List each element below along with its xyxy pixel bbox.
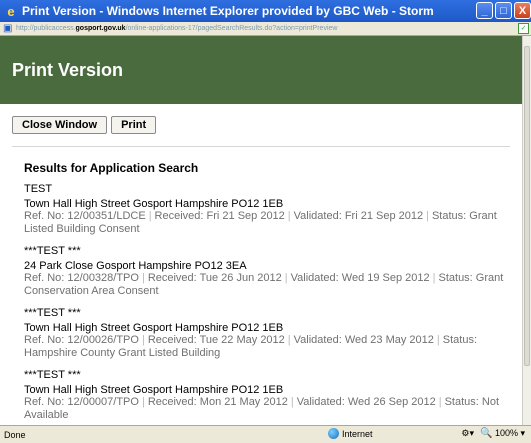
title-bar[interactable]: e Print Version - Windows Internet Explo… (0, 0, 531, 22)
page-icon: ▣ (3, 22, 13, 34)
result-item: ***TEST *** 24 Park Close Gosport Hampsh… (24, 245, 504, 298)
result-item: ***TEST *** Town Hall High Street Gospor… (24, 369, 504, 422)
security-zone[interactable]: Internet (328, 428, 373, 439)
close-window-button[interactable]: Close Window (12, 116, 108, 134)
result-meta: Ref. No: 12/00007/TPO | Received: Mon 21 M… (24, 396, 500, 421)
divider (12, 146, 510, 147)
zoom-control[interactable]: 🔍 100% ▾ (480, 428, 525, 439)
result-meta: Ref. No: 12/00026/TPO | Received: Tue 22 M… (24, 334, 478, 359)
address-bar[interactable]: ▣ http://publicaccess.gosport.gov.uk/onl… (0, 22, 531, 36)
result-meta: Ref. No: 12/00328/TPO | Received: Tue 26 J… (24, 272, 504, 297)
protected-mode-icon[interactable]: ⚙▾ (461, 428, 474, 439)
header-banner: Print Version (0, 36, 522, 104)
status-right: ⚙▾ 🔍 100% ▾ (461, 428, 525, 439)
result-title: ***TEST *** (24, 307, 81, 319)
result-address[interactable]: Town Hall High Street Gosport Hampshire … (24, 384, 504, 396)
window-title: Print Version - Windows Internet Explore… (22, 4, 434, 18)
result-item: ***TEST *** Town Hall High Street Gospor… (24, 307, 504, 360)
vertical-scrollbar[interactable] (522, 36, 531, 425)
address-domain: gosport.gov.uk (75, 25, 126, 32)
page-content: Print Version Close Window Print Results… (0, 36, 522, 425)
zone-label: Internet (342, 428, 373, 439)
ie-logo-icon: e (7, 3, 15, 19)
result-address[interactable]: Town Hall High Street Gosport Hampshire … (24, 198, 504, 210)
result-address[interactable]: Town Hall High Street Gosport Hampshire … (24, 322, 504, 334)
result-title: ***TEST *** (24, 245, 81, 257)
close-button[interactable]: X (514, 2, 531, 19)
address-url[interactable]: http://publicaccess.gosport.gov.uk/onlin… (16, 25, 337, 32)
result-meta: Ref. No: 12/00351/LDCE | Received: Fri 21 … (24, 210, 497, 235)
zoom-icon: 🔍 (479, 428, 493, 439)
results-heading: Results for Application Search (24, 161, 199, 175)
minimize-button[interactable]: _ (476, 2, 493, 19)
result-address[interactable]: 24 Park Close Gosport Hampshire PO12 3EA (24, 260, 504, 272)
status-bar: Done Internet ⚙▾ 🔍 100% ▾ (0, 425, 531, 443)
result-title: ***TEST *** (24, 369, 81, 381)
print-button[interactable]: Print (111, 116, 157, 134)
maximize-button[interactable]: □ (495, 2, 512, 19)
page-title: Print Version (12, 59, 124, 80)
globe-icon (328, 428, 339, 439)
results-list: Results for Application Search TEST Town… (24, 161, 504, 422)
status-text: Done (4, 429, 26, 440)
window-controls: _ □ X (476, 2, 531, 19)
result-title: TEST (24, 183, 53, 195)
result-item: TEST Town Hall High Street Gosport Hamps… (24, 183, 504, 236)
scrollbar-thumb[interactable] (524, 46, 530, 366)
compatibility-icon[interactable]: ✓ (518, 23, 529, 34)
button-row: Close Window Print (12, 116, 522, 134)
